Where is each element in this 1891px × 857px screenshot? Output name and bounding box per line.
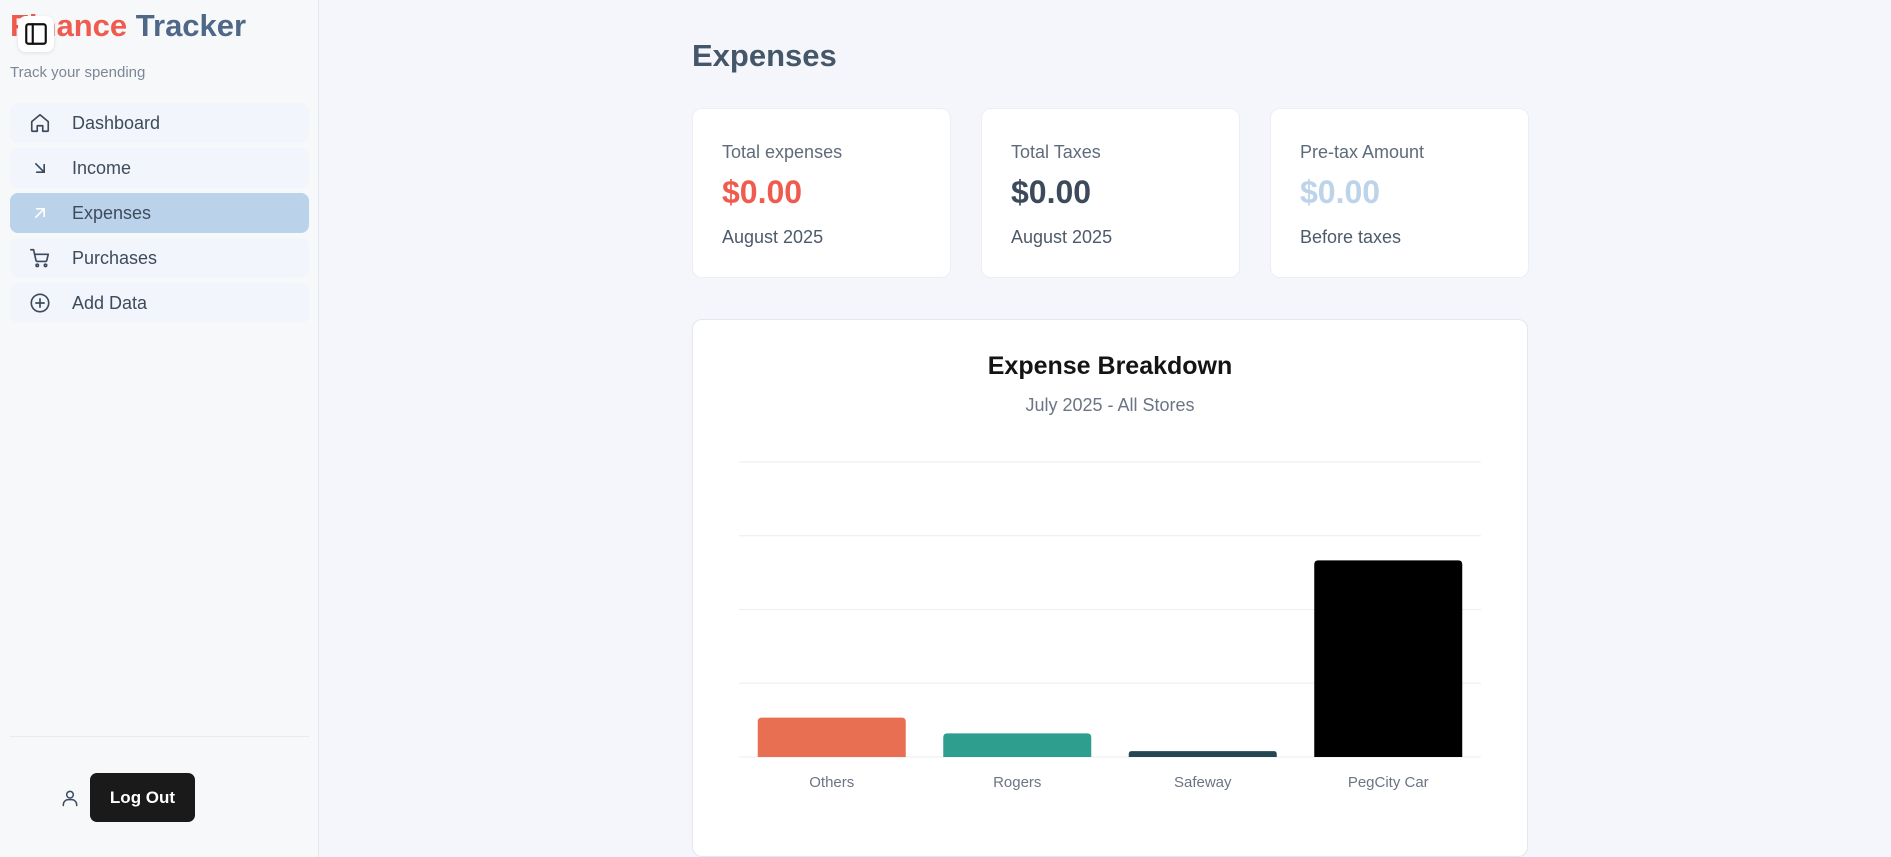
- card-subtitle: Before taxes: [1300, 227, 1402, 247]
- sidebar-item-label: Expenses: [72, 202, 152, 223]
- total-expenses-card: Total expenses $0.00 August 2025: [692, 108, 951, 278]
- x-tick-label: Others: [809, 774, 854, 791]
- user-icon: [59, 787, 81, 809]
- sidebar-item-dashboard[interactable]: Dashboard: [10, 103, 309, 143]
- x-tick-label: PegCity Car: [1348, 774, 1429, 791]
- x-tick-label: Rogers: [993, 774, 1041, 791]
- card-value: $0.00: [1011, 174, 1092, 210]
- tagline: Track your spending: [10, 64, 146, 81]
- card-subtitle: August 2025: [722, 227, 824, 247]
- sidebar-toggle-icon: [25, 23, 47, 45]
- sidebar-item-income[interactable]: Income: [10, 148, 309, 188]
- shopping-cart-icon: [28, 246, 52, 270]
- sidebar-nav: Dashboard Income Expenses Purchases Add …: [10, 103, 309, 328]
- card-label: Total expenses: [722, 142, 843, 162]
- pre-tax-amount-card: Pre-tax Amount $0.00 Before taxes: [1270, 108, 1529, 278]
- sidebar-item-expenses[interactable]: Expenses: [10, 193, 309, 233]
- plus-circle-icon: [28, 291, 52, 315]
- x-tick-label: Safeway: [1174, 774, 1232, 791]
- brand-tracker: Tracker: [135, 8, 247, 43]
- arrow-up-right-icon: [28, 201, 52, 225]
- card-value: $0.00: [1300, 174, 1381, 210]
- bar-chart: Others Rogers Safeway PegCity Car: [739, 461, 1481, 791]
- card-label: Pre-tax Amount: [1300, 142, 1425, 162]
- sidebar-divider: [10, 736, 309, 737]
- home-icon: [28, 111, 52, 135]
- sidebar-item-label: Income: [72, 157, 132, 178]
- expense-breakdown-chart-card: Expense Breakdown July 2025 - All Stores…: [692, 319, 1528, 857]
- sidebar-item-label: Dashboard: [72, 112, 161, 133]
- card-value: $0.00: [722, 174, 803, 210]
- logout-button[interactable]: Log Out: [90, 773, 195, 822]
- sidebar-toggle-button[interactable]: [18, 16, 54, 52]
- sidebar-item-label: Add Data: [72, 292, 148, 313]
- bar-safeway[interactable]: [1128, 751, 1277, 757]
- arrow-down-right-icon: [28, 156, 52, 180]
- bar-rogers[interactable]: [943, 733, 1092, 757]
- sidebar: Finance Tracker Track your spending Dash…: [0, 0, 319, 857]
- card-subtitle: August 2025: [1011, 227, 1113, 247]
- bar-others[interactable]: [757, 717, 906, 757]
- sidebar-item-label: Purchases: [72, 247, 158, 268]
- sidebar-item-purchases[interactable]: Purchases: [10, 238, 309, 278]
- sidebar-item-add-data[interactable]: Add Data: [10, 283, 309, 323]
- total-taxes-card: Total Taxes $0.00 August 2025: [981, 108, 1240, 278]
- page-title: Expenses: [692, 38, 837, 73]
- bar-pegcity-car[interactable]: [1314, 560, 1463, 757]
- card-label: Total Taxes: [1011, 142, 1101, 162]
